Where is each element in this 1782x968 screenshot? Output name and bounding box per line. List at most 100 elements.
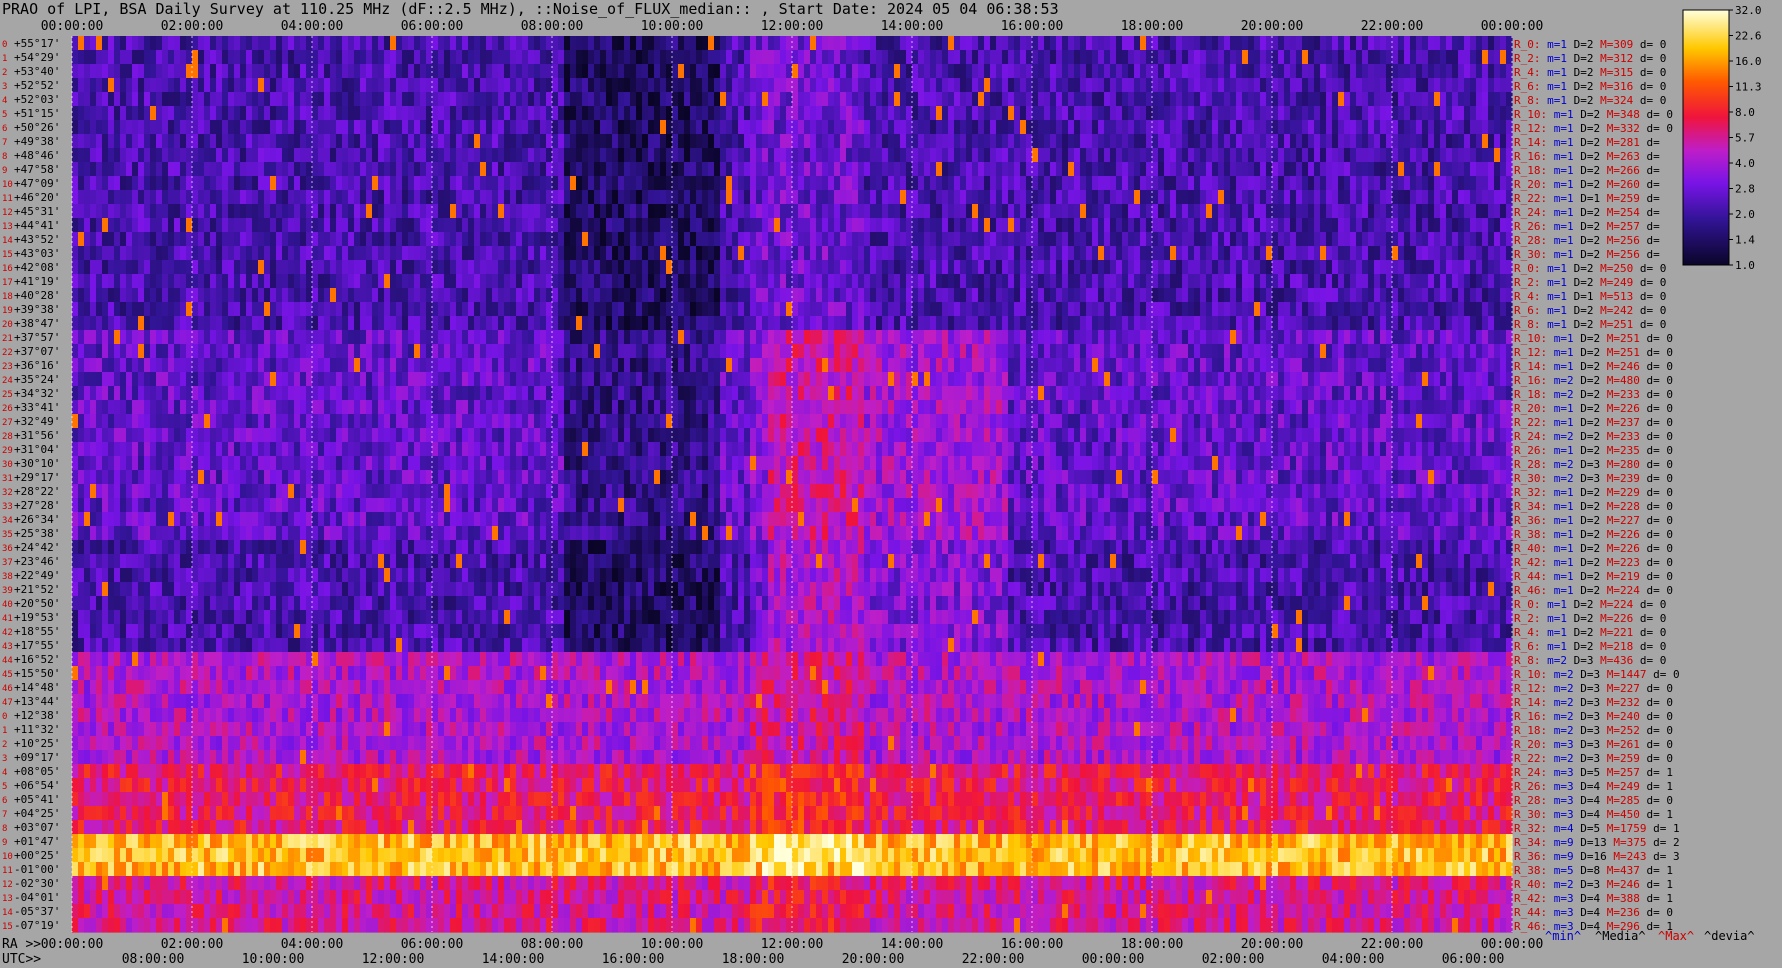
ra-tick-label: 14:00:00: [881, 937, 944, 952]
row-stat: R_18: m=2 D=3 M=252 d= 0: [1514, 724, 1673, 737]
row-index-label: 47: [2, 698, 13, 708]
declination-label: +53°40': [14, 65, 60, 78]
row-index-label: 18: [2, 292, 13, 302]
row-index-label: 12: [2, 880, 13, 890]
declination-label: +09°17': [14, 751, 60, 764]
declination-label: +52°52': [14, 79, 60, 92]
row-stat: R_6: m=1 D=2 M=242 d= 0: [1514, 304, 1666, 317]
row-index-label: 30: [2, 460, 13, 470]
ra-tick-label: 00:00:00: [41, 937, 104, 952]
row-stat: R_14: m=1 D=2 M=281 d=: [1514, 136, 1660, 149]
utc-tick-label: 00:00:00: [1082, 952, 1145, 967]
row-index-label: 29: [2, 446, 13, 456]
ra-tick-label: 08:00:00: [521, 937, 584, 952]
row-stat: R_20: m=1 D=2 M=260 d=: [1514, 178, 1660, 191]
declination-label: +18°55': [14, 625, 60, 638]
declination-label: -05°37': [14, 905, 60, 918]
row-stat: R_24: m=2 D=2 M=233 d= 0: [1514, 430, 1673, 443]
declination-label: +37°07': [14, 345, 60, 358]
declination-label: +23°46': [14, 555, 60, 568]
row-stat: R_34: m=9 D=13 M=375 d= 2: [1514, 836, 1680, 849]
declination-label: +16°52': [14, 653, 60, 666]
row-index-label: 5: [2, 110, 7, 120]
row-index-label: 31: [2, 474, 13, 484]
row-index-label: 22: [2, 348, 13, 358]
row-index-label: 3: [2, 82, 7, 92]
row-index-label: 12: [2, 208, 13, 218]
declination-label: +39°38': [14, 303, 60, 316]
row-stat: R_8: m=1 D=2 M=324 d= 0: [1514, 94, 1666, 107]
declination-label: -02°30': [14, 877, 60, 890]
heatmap-plot: 00:00:00 02:00:00 04:00:00 06:00:00 08:00:00…: [2, 4, 1762, 967]
ra-tick-label: 20:00:00: [1241, 937, 1304, 952]
utc-tick-label: 04:00:00: [1322, 952, 1385, 967]
top-tick-label: 18:00:00: [1121, 19, 1184, 34]
row-stat: R_26: m=1 D=2 M=257 d=: [1514, 220, 1660, 233]
row-stat: R_20: m=1 D=2 M=226 d= 0: [1514, 402, 1673, 415]
declination-label: +37°57': [14, 331, 60, 344]
utc-axis-label: UTC>>: [2, 952, 41, 967]
row-stat: R_4: m=1 D=1 M=513 d= 0: [1514, 290, 1666, 303]
row-index-label: 44: [2, 656, 13, 666]
declination-label: +06°54': [14, 779, 60, 792]
utc-tick-label: 18:00:00: [722, 952, 785, 967]
row-index-label: 0: [2, 40, 7, 50]
declination-label: +13°44': [14, 695, 60, 708]
row-stat: R_28: m=3 D=4 M=285 d= 0: [1514, 794, 1673, 807]
row-index-label: 13: [2, 894, 13, 904]
legend-max: ^Max^: [1658, 929, 1694, 943]
row-stat: R_28: m=1 D=2 M=256 d=: [1514, 234, 1660, 247]
row-stat: R_26: m=3 D=4 M=249 d= 1: [1514, 780, 1673, 793]
row-stat: R_38: m=5 D=8 M=437 d= 1: [1514, 864, 1673, 877]
top-tick-label: 10:00:00: [641, 19, 704, 34]
row-stat: R_8: m=2 D=3 M=436 d= 0: [1514, 654, 1666, 667]
declination-label: -04°01': [14, 891, 60, 904]
row-stat: R_12: m=1 D=2 M=251 d= 0: [1514, 346, 1673, 359]
row-index-label: 21: [2, 334, 13, 344]
declination-label: +05°41': [14, 793, 60, 806]
row-index-label: 10: [2, 852, 13, 862]
row-stat: R_44: m=1 D=2 M=219 d= 0: [1514, 570, 1673, 583]
declination-label: +52°03': [14, 93, 60, 106]
top-tick-label: 04:00:00: [281, 19, 344, 34]
declination-label: +01°47': [14, 835, 60, 848]
row-stat: R_12: m=2 D=3 M=227 d= 0: [1514, 682, 1673, 695]
legend-deviation: ^devia^: [1704, 929, 1755, 943]
row-index-label: 46: [2, 684, 13, 694]
utc-tick-label: 22:00:00: [962, 952, 1025, 967]
colorbar-tick-label: 1.0: [1735, 259, 1755, 272]
declination-label: +47°58': [14, 163, 60, 176]
row-index-label: 4: [2, 96, 7, 106]
declination-label: +11°32': [14, 723, 60, 736]
row-stat: R_0: m=1 D=2 M=250 d= 0: [1514, 262, 1666, 275]
declination-label: +50°26': [14, 121, 60, 134]
declination-label: +31°56': [14, 429, 60, 442]
colorbar-tick-label: 22.6: [1735, 30, 1762, 43]
row-stat: R_42: m=1 D=2 M=223 d= 0: [1514, 556, 1673, 569]
row-index-label: 6: [2, 796, 7, 806]
row-index-label: 33: [2, 502, 13, 512]
row-stat: R_24: m=3 D=5 M=257 d= 1: [1514, 766, 1673, 779]
declination-label: +10°25': [14, 737, 60, 750]
declination-label: +44°41': [14, 219, 60, 232]
declination-label: +08°05': [14, 765, 60, 778]
row-index-label: 43: [2, 642, 13, 652]
row-index-label: 28: [2, 432, 13, 442]
utc-tick-label: 14:00:00: [482, 952, 545, 967]
declination-label: +17°55': [14, 639, 60, 652]
row-stat: R_46: m=1 D=2 M=224 d= 0: [1514, 584, 1673, 597]
heatmap-cells: [72, 36, 1513, 933]
row-index-label: 25: [2, 390, 13, 400]
legend-median: ^Media^: [1595, 929, 1646, 943]
declination-label: +43°03': [14, 247, 60, 260]
row-stat: R_30: m=3 D=4 M=450 d= 1: [1514, 808, 1673, 821]
declination-label: +45°31': [14, 205, 60, 218]
declination-label: +31°04': [14, 443, 60, 456]
row-index-label: 24: [2, 376, 13, 386]
row-index-label: 3: [2, 754, 7, 764]
row-index-label: 32: [2, 488, 13, 498]
colorbar-tick-label: 11.3: [1735, 81, 1762, 94]
ra-tick-label: 18:00:00: [1121, 937, 1184, 952]
row-index-label: 14: [2, 236, 13, 246]
row-stat: R_2: m=1 D=2 M=226 d= 0: [1514, 612, 1666, 625]
